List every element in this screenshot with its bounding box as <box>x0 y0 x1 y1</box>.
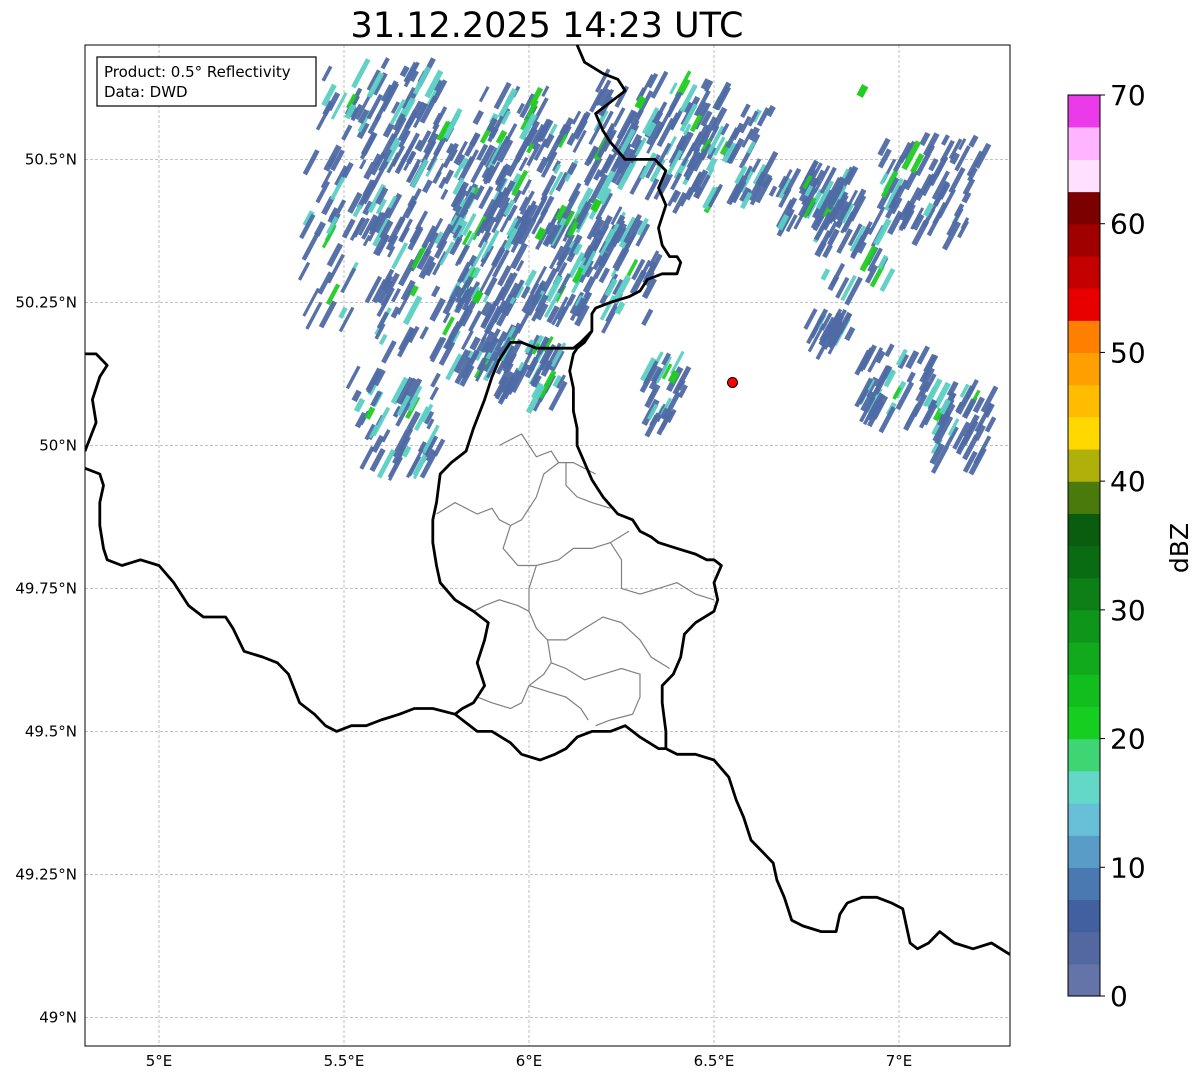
colorbar-bin <box>1068 738 1100 772</box>
lat-tick-label: 49°N <box>39 1008 77 1026</box>
info-product-text: Product: 0.5° Reflectivity <box>104 63 291 81</box>
colorbar-bin <box>1068 223 1100 257</box>
colorbar-bin <box>1068 255 1100 289</box>
colorbar-tick-label: 30 <box>1110 594 1146 627</box>
colorbar-bin <box>1068 899 1100 933</box>
lat-tick-label: 50.5°N <box>25 150 77 168</box>
colorbar-bin <box>1068 577 1100 611</box>
lon-tick-label: 6.5°E <box>694 1052 735 1070</box>
info-box: Product: 0.5° Reflectivity Data: DWD <box>96 56 317 107</box>
longitude-ticks: 5°E 5.5°E 6°E 6.5°E 7°E <box>146 1052 913 1070</box>
lon-tick-label: 5°E <box>146 1052 173 1070</box>
radar-site-marker <box>727 376 738 388</box>
colorbar-tick-label: 40 <box>1110 465 1146 498</box>
colorbar-tick-label: 50 <box>1110 336 1146 369</box>
colorbar-bin <box>1068 159 1100 193</box>
colorbar-tick-label: 0 <box>1110 980 1128 1013</box>
colorbar-bin <box>1068 127 1100 160</box>
colorbar-bin <box>1068 448 1100 482</box>
colorbar-bin <box>1068 320 1100 354</box>
colorbar-bin <box>1068 481 1100 514</box>
colorbar-bin <box>1068 288 1100 321</box>
colorbar-bin <box>1068 609 1100 643</box>
colorbar-bin <box>1068 191 1100 225</box>
colorbar-bin <box>1068 95 1100 128</box>
lat-tick-label: 50°N <box>39 436 77 454</box>
lon-tick-label: 6°E <box>516 1052 543 1070</box>
colorbar-bin <box>1068 642 1100 675</box>
radar-figure: 31.12.2025 14:23 UTC Product: 0.5° Refle… <box>0 0 1202 1081</box>
map-background <box>85 45 1010 1046</box>
lat-tick-label: 49.5°N <box>25 722 77 740</box>
colorbar-bin <box>1068 513 1100 547</box>
lon-tick-label: 5.5°E <box>324 1052 365 1070</box>
lat-tick-label: 50.25°N <box>15 293 77 311</box>
colorbar-bin <box>1068 931 1100 965</box>
figure-title: 31.12.2025 14:23 UTC <box>351 6 744 46</box>
colorbar-bin <box>1068 867 1100 901</box>
colorbar-bin <box>1068 963 1100 997</box>
colorbar-label: dBZ <box>1165 523 1194 573</box>
colorbar-bin <box>1068 802 1100 836</box>
lon-tick-label: 7°E <box>886 1052 913 1070</box>
colorbar-tick-label: 60 <box>1110 208 1146 241</box>
radar-map-svg: 31.12.2025 14:23 UTC Product: 0.5° Refle… <box>15 6 1194 1070</box>
colorbar-bin <box>1068 674 1100 707</box>
colorbar-bin <box>1068 416 1100 450</box>
colorbar-bin <box>1068 545 1100 579</box>
radar-site-layer <box>727 376 738 388</box>
latitude-ticks: 50.5°N 50.25°N 50°N 49.75°N 49.5°N 49.25°N 49°… <box>15 150 77 1026</box>
colorbar-bin <box>1068 706 1100 740</box>
colorbar-bin <box>1068 352 1100 386</box>
info-data-text: Data: DWD <box>104 83 188 101</box>
colorbar-tick-label: 20 <box>1110 723 1146 756</box>
colorbar: 0 10 20 30 40 50 60 70 <box>1067 79 1146 1013</box>
lat-tick-label: 49.75°N <box>15 579 77 597</box>
colorbar-bin <box>1068 770 1100 804</box>
colorbar-tick-label: 70 <box>1110 79 1146 112</box>
colorbar-bin <box>1068 835 1100 868</box>
lat-tick-label: 49.25°N <box>15 865 77 883</box>
colorbar-bin <box>1068 384 1100 418</box>
colorbar-tick-label: 10 <box>1110 851 1146 884</box>
